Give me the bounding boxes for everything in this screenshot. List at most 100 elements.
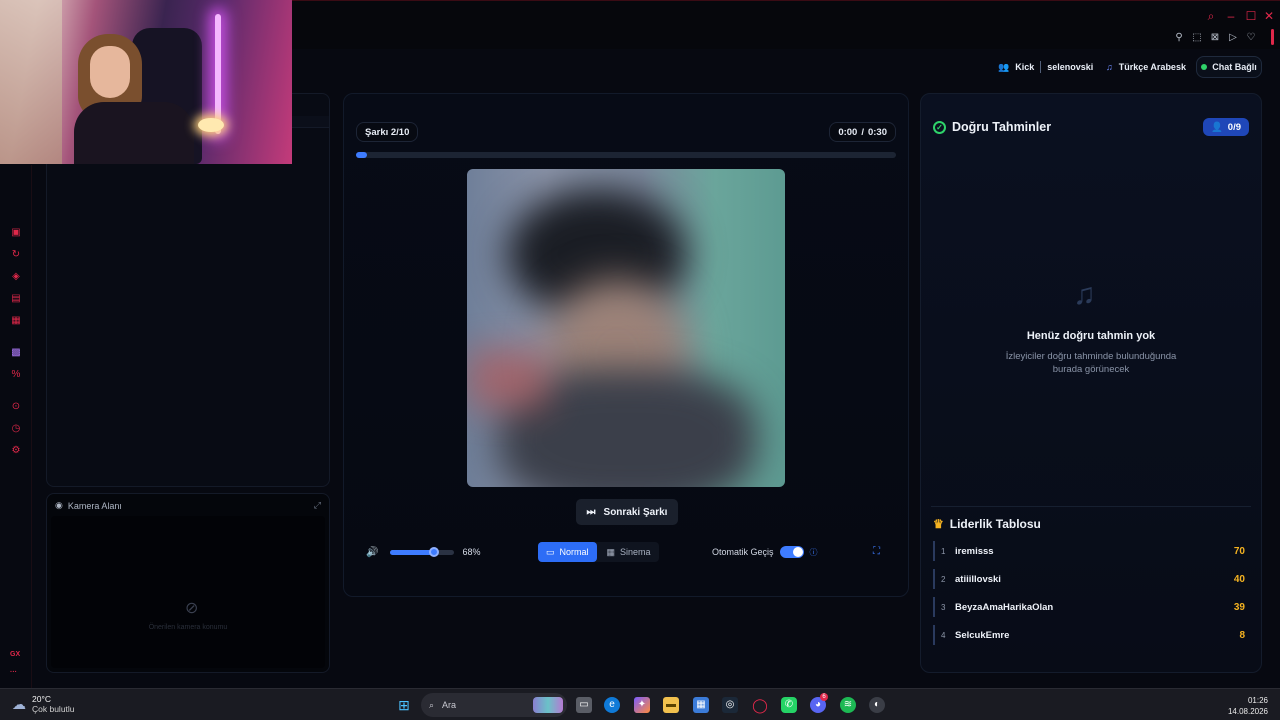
edge-icon[interactable]: e xyxy=(604,697,620,713)
fullscreen-icon[interactable]: ⛶ xyxy=(873,546,880,557)
more-icon[interactable]: ··· xyxy=(10,669,17,676)
empty-state-subtitle: İzleyiciler doğru tahminde bulunduğunda … xyxy=(1005,351,1177,375)
heart-icon[interactable]: ♡ xyxy=(1244,31,1258,45)
time-separator: / xyxy=(861,126,864,138)
empty-state-title: Henüz doğru tahmin yok xyxy=(1026,330,1156,342)
app-icon[interactable]: ◐ xyxy=(869,697,885,713)
camera-title: Kamera Alanı xyxy=(67,500,122,511)
steam-icon[interactable]: ◎ xyxy=(722,697,738,713)
spotify-icon[interactable]: ≋ xyxy=(840,697,856,713)
auto-switch: Otomatik Geçiş ⓘ xyxy=(712,546,818,558)
leaderboard-row: 2 atiiillovski 40 xyxy=(933,569,1245,589)
genre-chip: ♫ Türkçe Arabesk xyxy=(1106,57,1186,77)
camera-header: ◉ Kamera Alanı xyxy=(55,500,122,511)
task-view-icon[interactable]: ▭ xyxy=(576,697,592,713)
copilot-icon[interactable]: ✦ xyxy=(634,697,650,713)
volume-icon[interactable]: 🔊 xyxy=(366,547,378,558)
leaderboard-row: 4 SelcukEmre 8 xyxy=(933,625,1245,645)
time-display: 0:00 / 0:30 xyxy=(829,122,896,142)
gx-label: GX xyxy=(10,651,21,658)
rank: 1 xyxy=(941,546,946,556)
mode-sinema-button[interactable]: ▦ Sinema xyxy=(599,542,659,562)
weather-temp: 20°C xyxy=(32,694,51,704)
player-name: SelcukEmre xyxy=(955,629,1010,641)
cube-icon[interactable]: ◈ xyxy=(10,271,22,283)
volume-knob[interactable] xyxy=(428,546,439,557)
next-song-button[interactable]: ⏭ Sonraki Şarkı xyxy=(576,499,678,525)
maximize-icon[interactable]: ☐ xyxy=(1244,9,1258,23)
music-notes-icon: ♫ xyxy=(1073,278,1096,311)
progress-fill xyxy=(356,152,367,158)
guesses-count-badge: 👤 0/9 xyxy=(1202,118,1249,136)
close-icon[interactable]: ✕ xyxy=(1262,9,1276,23)
camera-panel: ◉ Kamera Alanı ⤢ ⊘ Önerilen kamera konum… xyxy=(46,493,330,673)
taskbar-clock[interactable]: 01:26 14.08.2026 xyxy=(1228,695,1268,717)
guesses-title: Doğru Tahminler xyxy=(952,120,1052,134)
connected-dot-icon xyxy=(1201,64,1208,70)
auto-switch-toggle[interactable] xyxy=(779,546,804,558)
file-explorer-icon[interactable]: ▬ xyxy=(663,697,679,713)
search-icon[interactable]: ⌕ xyxy=(1204,9,1218,23)
album-art-blurred xyxy=(467,169,785,487)
snapshot-icon[interactable]: ⬚ xyxy=(1190,31,1204,45)
progress-bar[interactable] xyxy=(356,152,896,158)
platform-label: Kick xyxy=(1015,62,1035,72)
settings-icon[interactable]: ⚙ xyxy=(10,445,22,457)
guesses-header: ✓ Doğru Tahminler xyxy=(933,120,1051,134)
taskbar: ☁ 20°C Çok bulutlu ⊞ ⌕ Ara ▭ e ✦ ▬ ▦ ◎ ◯… xyxy=(0,688,1280,720)
platform-chip: 👥 Kick selenovski xyxy=(998,57,1093,77)
weather-widget[interactable]: ☁ 20°C Çok bulutlu xyxy=(12,694,75,714)
pin-icon[interactable]: ⚲ xyxy=(1172,31,1186,45)
store-icon[interactable]: ▦ xyxy=(693,697,709,713)
weather-desc: Çok bulutlu xyxy=(32,704,75,714)
song-counter: Şarkı 2/10 xyxy=(356,122,419,142)
leaderboard-row: 3 BeyzaAmaHarikaOlan 39 xyxy=(933,597,1245,617)
leaderboard-title: Liderlik Tablosu xyxy=(949,517,1041,531)
clock-time: 01:26 xyxy=(1247,696,1268,705)
search-highlight-image xyxy=(533,697,563,713)
camera-icon: ◉ xyxy=(55,500,63,510)
whatsapp-icon[interactable]: ✆ xyxy=(781,697,797,713)
history-icon[interactable]: ◷ xyxy=(10,423,22,435)
box-icon[interactable]: ▦ xyxy=(10,315,22,327)
play-icon[interactable]: ▷ xyxy=(1226,31,1240,45)
users-icon: 👥 xyxy=(998,61,1010,72)
webcam-overlay xyxy=(0,0,292,164)
opera-gx-icon[interactable]: ◯ xyxy=(752,697,768,713)
minimize-icon[interactable]: – xyxy=(1224,9,1238,23)
refresh-icon[interactable]: ↻ xyxy=(10,249,22,261)
clock-date: 14.08.2026 xyxy=(1227,707,1268,716)
taskbar-search[interactable]: ⌕ Ara xyxy=(421,693,567,717)
gaming-icon[interactable]: ▣ xyxy=(10,227,22,239)
player-icon[interactable]: ⊙ xyxy=(10,401,22,413)
mode-normal-button[interactable]: ▭ Normal xyxy=(538,542,597,562)
chat-status-chip[interactable]: Chat Bağlı xyxy=(1196,56,1262,78)
info-icon[interactable]: ⓘ xyxy=(810,547,818,558)
music-note-icon: ♫ xyxy=(1106,62,1113,72)
volume-percent: 68% xyxy=(462,547,481,557)
song-counter-label: Şarkı 2/10 xyxy=(365,126,410,138)
player-name: iremisss xyxy=(955,545,994,557)
mode-normal-label: Normal xyxy=(559,547,589,557)
windows-start-icon[interactable]: ⊞ xyxy=(396,697,412,713)
skip-next-icon: ⏭ xyxy=(586,506,596,518)
chip-separator xyxy=(1040,61,1042,73)
player-name: atiiillovski xyxy=(955,573,1001,585)
extension-icon[interactable]: ⊠ xyxy=(1208,31,1222,45)
twitch-icon[interactable]: ▩ xyxy=(10,347,22,359)
expand-icon[interactable]: ⤢ xyxy=(314,500,321,511)
percent-icon[interactable]: % xyxy=(10,369,22,381)
twitch-alt-icon[interactable]: ▤ xyxy=(10,293,22,305)
view-mode-toggle: ▭ Normal ▦ Sinema xyxy=(538,542,659,562)
player-panel: Şarkı 2/10 0:00 / 0:30 ⏭ Sonraki Şarkı 🔊… xyxy=(343,93,909,597)
next-song-label: Sonraki Şarkı xyxy=(603,506,668,518)
camera-area: ⊘ Önerilen kamera konumu xyxy=(51,516,325,668)
volume-slider[interactable] xyxy=(390,546,455,557)
rank: 3 xyxy=(941,602,946,612)
title-bar: ⌕ – ☐ ✕ ⚲ ⬚ ⊠ ▷ ♡ xyxy=(292,1,1280,49)
camera-off-icon: ⊘ xyxy=(185,600,199,617)
film-icon: ▦ xyxy=(606,546,616,557)
cloud-icon: ☁ xyxy=(12,695,26,712)
panel-divider xyxy=(931,506,1251,507)
browser-sidebar: ▣ ↻ ◈ ▤ ▦ ▩ % ⊙ ◷ ⚙ GX ··· xyxy=(0,165,32,689)
